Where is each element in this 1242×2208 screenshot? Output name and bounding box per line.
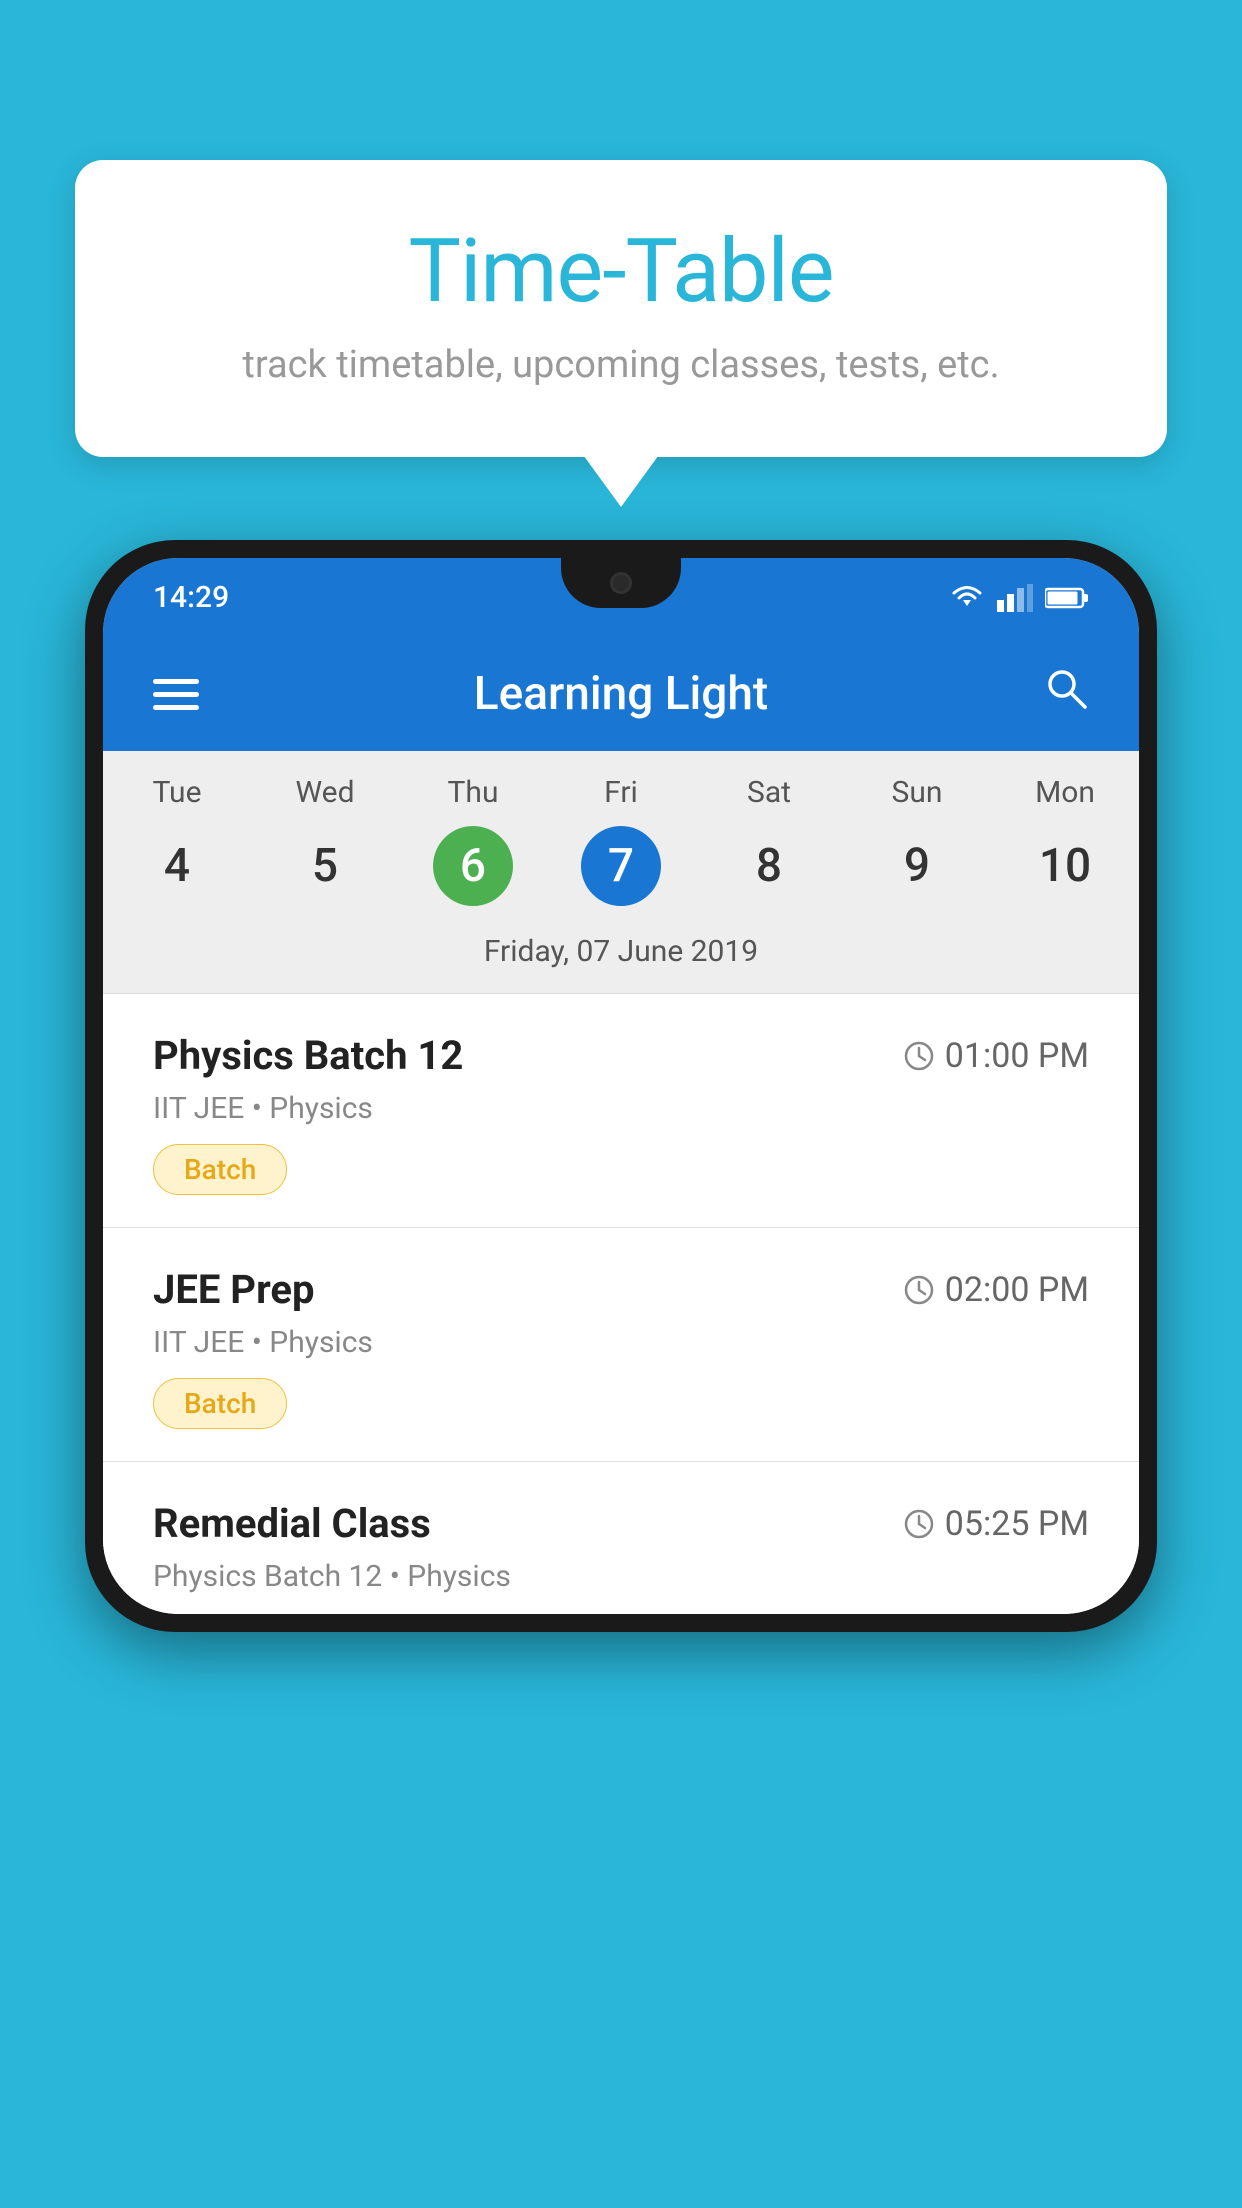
day-name-sat: Sat: [695, 775, 843, 810]
day-8[interactable]: 8: [695, 826, 843, 906]
class-card-1[interactable]: Physics Batch 12 01:00 PM IIT JEE • Phys…: [103, 994, 1139, 1228]
battery-icon: [1045, 586, 1089, 610]
day-name-wed: Wed: [251, 775, 399, 810]
day-4[interactable]: 4: [103, 826, 251, 906]
selected-date-label: Friday, 07 June 2019: [103, 926, 1139, 994]
class-time-2: 02:00 PM: [903, 1270, 1089, 1310]
day-name-thu: Thu: [399, 775, 547, 810]
class-name-2: JEE Prep: [153, 1266, 314, 1313]
search-button[interactable]: [1043, 665, 1089, 723]
notch: [561, 558, 681, 608]
day-name-sun: Sun: [843, 775, 991, 810]
day-9[interactable]: 9: [843, 826, 991, 906]
camera-dot: [610, 572, 632, 594]
calendar-section: Tue Wed Thu Fri Sat Sun Mon 4 5 6 7 8 9 …: [103, 751, 1139, 994]
phone-outer: 14:29: [85, 540, 1157, 1632]
day-7-selected[interactable]: 7: [547, 826, 695, 906]
wifi-icon: [949, 584, 985, 612]
class-list: Physics Batch 12 01:00 PM IIT JEE • Phys…: [103, 994, 1139, 1614]
status-icons: [949, 584, 1089, 612]
status-bar: 14:29: [103, 558, 1139, 637]
phone-container: 14:29: [85, 540, 1157, 2208]
class-name-3: Remedial Class: [153, 1500, 431, 1547]
signal-icon: [997, 584, 1033, 612]
status-time: 14:29: [153, 580, 229, 615]
day-5[interactable]: 5: [251, 826, 399, 906]
class-card-2[interactable]: JEE Prep 02:00 PM IIT JEE • Physics Batc…: [103, 1228, 1139, 1462]
class-meta-3: Physics Batch 12 • Physics: [153, 1559, 1089, 1594]
day-names-row: Tue Wed Thu Fri Sat Sun Mon: [103, 751, 1139, 818]
app-bar: Learning Light: [103, 637, 1139, 751]
day-name-mon: Mon: [991, 775, 1139, 810]
class-meta-2: IIT JEE • Physics: [153, 1325, 1089, 1360]
tooltip-card: Time-Table track timetable, upcoming cla…: [75, 160, 1167, 457]
batch-badge-2: Batch: [153, 1378, 287, 1429]
clock-icon-2: [903, 1274, 935, 1306]
day-numbers-row: 4 5 6 7 8 9 10: [103, 818, 1139, 926]
tooltip-subtitle: track timetable, upcoming classes, tests…: [125, 343, 1117, 387]
class-time-1: 01:00 PM: [903, 1036, 1089, 1076]
class-meta-1: IIT JEE • Physics: [153, 1091, 1089, 1126]
batch-badge-1: Batch: [153, 1144, 287, 1195]
day-name-fri: Fri: [547, 775, 695, 810]
class-time-3: 05:25 PM: [903, 1504, 1089, 1544]
class-card-3[interactable]: Remedial Class 05:25 PM Physics Batch 12…: [103, 1462, 1139, 1614]
hamburger-button[interactable]: [153, 679, 199, 710]
phone-inner: 14:29: [103, 558, 1139, 1614]
clock-icon-3: [903, 1508, 935, 1540]
day-name-tue: Tue: [103, 775, 251, 810]
clock-icon-1: [903, 1040, 935, 1072]
tooltip-title: Time-Table: [125, 220, 1117, 323]
class-name-1: Physics Batch 12: [153, 1032, 463, 1079]
day-6-today[interactable]: 6: [399, 826, 547, 906]
app-title: Learning Light: [474, 667, 769, 721]
day-10[interactable]: 10: [991, 826, 1139, 906]
